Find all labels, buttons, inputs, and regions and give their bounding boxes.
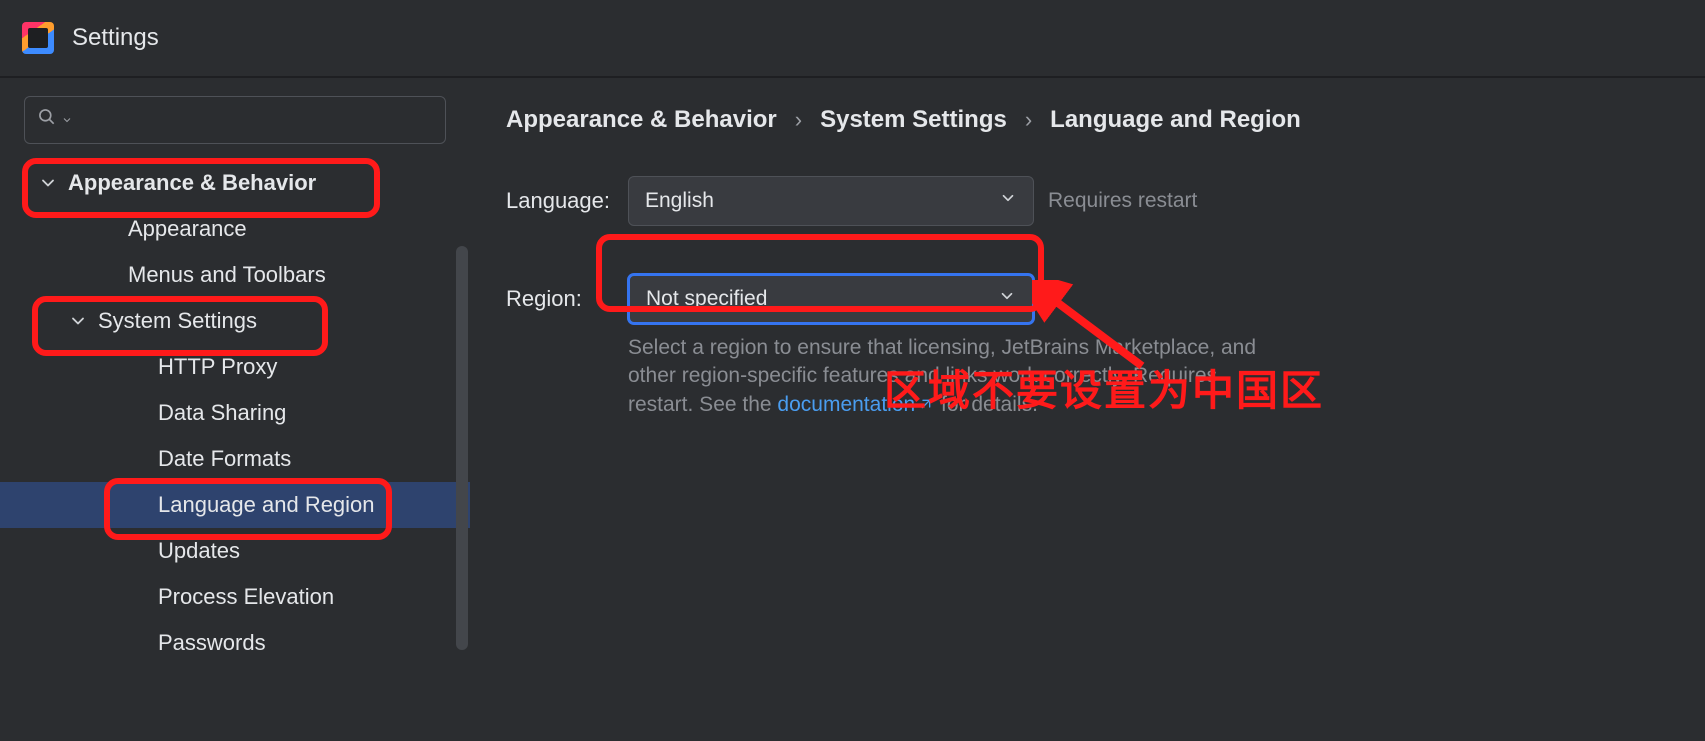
chevron-down-icon bbox=[68, 311, 88, 331]
select-value: English bbox=[645, 189, 714, 213]
settings-search-input[interactable] bbox=[24, 96, 446, 144]
chevron-right-icon: › bbox=[1025, 107, 1032, 133]
tree-label: Appearance bbox=[128, 216, 247, 242]
settings-tree: Appearance & Behavior Appearance Menus a… bbox=[0, 160, 470, 666]
sidebar-scrollbar[interactable] bbox=[456, 246, 468, 650]
language-hint: Requires restart bbox=[1048, 189, 1197, 213]
tree-item-menus-toolbars[interactable]: Menus and Toolbars bbox=[0, 252, 470, 298]
language-label: Language: bbox=[506, 188, 628, 214]
select-value: Not specified bbox=[646, 287, 767, 311]
documentation-link[interactable]: documentation bbox=[777, 393, 935, 416]
window-title: Settings bbox=[72, 24, 159, 52]
tree-label: Data Sharing bbox=[158, 400, 286, 426]
chevron-down-icon bbox=[38, 173, 58, 193]
tree-label: System Settings bbox=[98, 308, 257, 334]
breadcrumb-part: Appearance & Behavior bbox=[506, 106, 777, 134]
titlebar: Settings bbox=[0, 0, 1705, 78]
language-row: Language: English Requires restart bbox=[506, 176, 1669, 226]
tree-label: Passwords bbox=[158, 630, 266, 656]
chevron-down-icon bbox=[999, 189, 1017, 213]
settings-main-panel: Appearance & Behavior › System Settings … bbox=[470, 78, 1705, 741]
external-link-icon bbox=[917, 393, 933, 421]
body: Appearance & Behavior Appearance Menus a… bbox=[0, 78, 1705, 741]
tree-item-appearance[interactable]: Appearance bbox=[0, 206, 470, 252]
region-description: Select a region to ensure that licensing… bbox=[628, 334, 1288, 421]
tree-label: Process Elevation bbox=[158, 584, 334, 610]
tree-label: Language and Region bbox=[158, 492, 375, 518]
language-select[interactable]: English bbox=[628, 176, 1034, 226]
tree-item-passwords[interactable]: Passwords bbox=[0, 620, 470, 666]
chevron-down-icon bbox=[61, 108, 73, 132]
tree-item-appearance-behavior[interactable]: Appearance & Behavior bbox=[0, 160, 470, 206]
region-row: Region: Not specified bbox=[506, 274, 1669, 324]
tree-label: Date Formats bbox=[158, 446, 291, 472]
region-label: Region: bbox=[506, 286, 628, 312]
breadcrumb-part: System Settings bbox=[820, 106, 1007, 134]
tree-item-process-elevation[interactable]: Process Elevation bbox=[0, 574, 470, 620]
region-select[interactable]: Not specified bbox=[628, 274, 1034, 324]
breadcrumb-part: Language and Region bbox=[1050, 106, 1301, 134]
chevron-right-icon: › bbox=[795, 107, 802, 133]
tree-item-system-settings[interactable]: System Settings bbox=[0, 298, 470, 344]
tree-item-language-region[interactable]: Language and Region bbox=[0, 482, 470, 528]
tree-item-data-sharing[interactable]: Data Sharing bbox=[0, 390, 470, 436]
tree-label: Appearance & Behavior bbox=[68, 170, 316, 196]
tree-item-updates[interactable]: Updates bbox=[0, 528, 470, 574]
settings-sidebar: Appearance & Behavior Appearance Menus a… bbox=[0, 78, 470, 741]
app-logo-icon bbox=[22, 22, 54, 54]
tree-item-date-formats[interactable]: Date Formats bbox=[0, 436, 470, 482]
tree-label: HTTP Proxy bbox=[158, 354, 277, 380]
tree-item-http-proxy[interactable]: HTTP Proxy bbox=[0, 344, 470, 390]
breadcrumb: Appearance & Behavior › System Settings … bbox=[506, 106, 1669, 134]
search-icon bbox=[37, 107, 57, 133]
tree-label: Menus and Toolbars bbox=[128, 262, 326, 288]
tree-label: Updates bbox=[158, 538, 240, 564]
chevron-down-icon bbox=[998, 287, 1016, 311]
